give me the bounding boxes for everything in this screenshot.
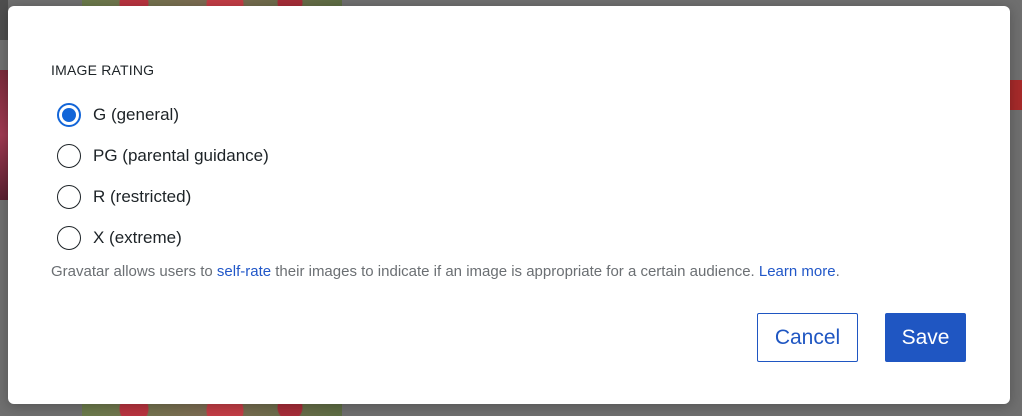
rating-option-label: R (restricted) <box>93 186 192 206</box>
rating-option-label: X (extreme) <box>93 227 182 247</box>
help-text: Gravatar allows users to self-rate their… <box>51 263 840 280</box>
backdrop-image-strip <box>0 70 8 200</box>
help-text-middle: their images to indicate if an image is … <box>271 263 759 280</box>
rating-radio-group: G (general) PG (parental guidance) R (re… <box>57 94 269 258</box>
rating-option-x[interactable]: X (extreme) <box>57 217 269 258</box>
backdrop-sidebar <box>0 0 8 40</box>
radio-button[interactable] <box>57 143 81 168</box>
help-text-prefix: Gravatar allows users to <box>51 263 217 280</box>
rating-option-r[interactable]: R (restricted) <box>57 176 269 217</box>
section-title: IMAGE RATING <box>51 62 155 78</box>
rating-option-g[interactable]: G (general) <box>57 94 269 135</box>
backdrop-image-edge <box>1010 80 1022 110</box>
cancel-button[interactable]: Cancel <box>757 313 858 362</box>
radio-dot-icon <box>62 107 76 122</box>
rating-option-pg[interactable]: PG (parental guidance) <box>57 135 269 176</box>
save-button[interactable]: Save <box>885 313 966 362</box>
backdrop-photo-bottom <box>82 404 342 416</box>
rating-option-label: PG (parental guidance) <box>93 145 269 165</box>
self-rate-link[interactable]: self-rate <box>217 263 271 280</box>
radio-button[interactable] <box>57 225 81 250</box>
radio-button[interactable] <box>57 184 81 209</box>
radio-button-checked[interactable] <box>57 102 81 127</box>
image-rating-dialog: IMAGE RATING G (general) PG (parental gu… <box>8 6 1010 404</box>
learn-more-link[interactable]: Learn more <box>759 263 836 280</box>
help-text-suffix: . <box>835 263 840 280</box>
rating-option-label: G (general) <box>93 104 179 124</box>
